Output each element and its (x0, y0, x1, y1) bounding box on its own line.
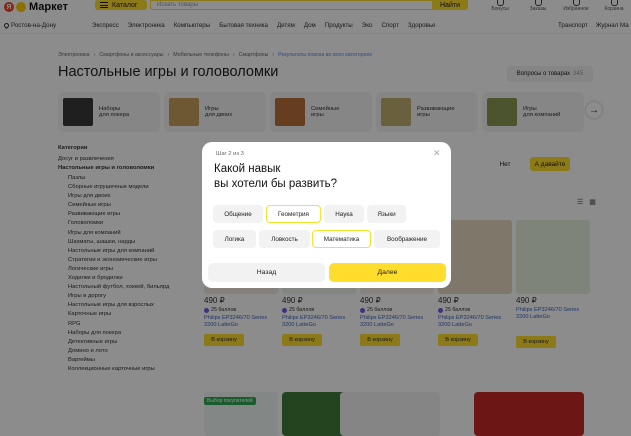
close-icon[interactable]: ✕ (433, 149, 441, 158)
skill-chip[interactable]: Языки (367, 205, 406, 223)
modal-question: Какой навык (214, 163, 281, 175)
modal-question: вы хотели бы развить? (214, 178, 337, 190)
next-button[interactable]: Далее (329, 263, 446, 282)
skill-chip[interactable]: Геометрия (266, 205, 321, 223)
quiz-modal: Шаг 2 из 3 ✕ Какой навык вы хотели бы ра… (202, 142, 451, 288)
skill-chip[interactable]: Математика (312, 230, 371, 248)
back-button[interactable]: Назад (208, 263, 325, 282)
skill-chip[interactable]: Ловкость (259, 230, 310, 248)
skill-chip[interactable]: Логика (213, 230, 256, 248)
skill-chip[interactable]: Общение (213, 205, 263, 223)
skill-chip[interactable]: Воображение (374, 230, 440, 248)
skill-chip[interactable]: Наука (324, 205, 364, 223)
step-indicator: Шаг 2 из 3 (216, 151, 244, 157)
